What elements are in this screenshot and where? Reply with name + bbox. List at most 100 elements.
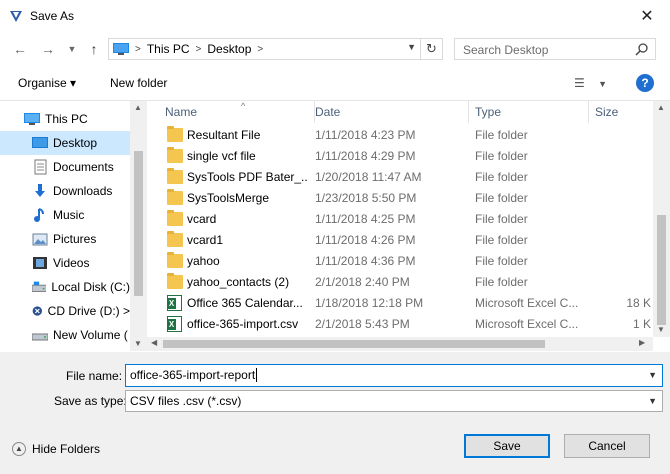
navigation-pane: This PC Desktop Documents Downloads Musi…	[0, 101, 130, 351]
file-row[interactable]: Office 365 Calendar... 1/18/2018 12:18 P…	[147, 293, 653, 314]
file-list: ^ Name Date Type Size Resultant File 1/1…	[147, 101, 653, 337]
folder-icon	[167, 189, 183, 205]
file-name: office-365-import.csv	[187, 317, 299, 331]
file-name: vcard1	[187, 233, 224, 247]
cancel-button[interactable]: Cancel	[564, 434, 650, 458]
scroll-up-icon[interactable]: ▲	[134, 103, 142, 112]
chevron-up-icon: ▲	[12, 442, 26, 456]
file-date: 1/23/2018 5:50 PM	[315, 191, 417, 205]
folder-icon	[167, 273, 183, 289]
file-row[interactable]: SysToolsMerge 1/23/2018 5:50 PM File fol…	[147, 188, 653, 209]
sidebar-item-pictures[interactable]: Pictures	[0, 227, 130, 251]
chevron-down-icon[interactable]: ▼	[648, 365, 657, 386]
file-row[interactable]: yahoo_contacts (2) 2/1/2018 2:40 PM File…	[147, 272, 653, 293]
save-button[interactable]: Save	[464, 434, 550, 458]
column-header-size[interactable]: Size	[589, 101, 653, 123]
window-title: Save As	[30, 9, 75, 23]
sidebar-item-desktop[interactable]: Desktop	[0, 131, 130, 155]
file-row[interactable]: yahoo 1/11/2018 4:36 PM File folder	[147, 251, 653, 272]
file-type: File folder	[475, 170, 528, 184]
sidebar-scroll-thumb[interactable]	[134, 151, 143, 296]
organise-button[interactable]: Organise ▾	[18, 76, 76, 90]
file-name: single vcf file	[187, 149, 256, 163]
file-row[interactable]: office-365-import.csv 2/1/2018 5:43 PM M…	[147, 314, 653, 335]
file-name-field[interactable]: office-365-import-report ▼	[125, 364, 663, 387]
sidebar-item-this-pc[interactable]: This PC	[0, 107, 130, 131]
column-header-name[interactable]: ^ Name	[159, 101, 315, 123]
chevron-down-icon: ▼	[598, 79, 608, 89]
sort-ascending-icon: ^	[241, 101, 246, 111]
scroll-down-icon[interactable]: ▼	[134, 339, 142, 348]
file-row[interactable]: vcard1 1/11/2018 4:26 PM File folder	[147, 230, 653, 251]
sidebar-item-new-volume[interactable]: New Volume (	[0, 323, 130, 347]
videos-icon	[33, 257, 47, 269]
search-icon	[635, 43, 648, 56]
volume-icon	[32, 333, 48, 341]
pictures-icon	[32, 233, 48, 246]
documents-icon	[34, 159, 47, 175]
file-type: File folder	[475, 128, 528, 142]
file-row[interactable]: SysTools PDF Bater_... 1/20/2018 11:47 A…	[147, 167, 653, 188]
file-type: File folder	[475, 149, 528, 163]
close-icon: ✕	[640, 8, 654, 25]
sidebar-item-downloads[interactable]: Downloads	[0, 179, 130, 203]
scroll-up-icon[interactable]: ▲	[657, 103, 665, 112]
close-button[interactable]: ✕	[624, 0, 670, 32]
downloads-icon	[35, 184, 45, 197]
sidebar-item-local-disk[interactable]: Local Disk (C:)	[0, 275, 130, 299]
folder-icon	[167, 147, 183, 163]
new-folder-button[interactable]: New folder	[110, 76, 167, 90]
file-row[interactable]: Resultant File 1/11/2018 4:23 PM File fo…	[147, 125, 653, 146]
command-toolbar: Organise ▾ New folder ☰ ▼ ?	[0, 66, 670, 100]
save-as-type-label: Save as type:	[54, 394, 127, 408]
sidebar-item-documents[interactable]: Documents	[0, 155, 130, 179]
file-name: SysToolsMerge	[187, 191, 270, 205]
breadcrumb-desktop[interactable]: Desktop	[207, 42, 251, 56]
file-date: 2/1/2018 5:43 PM	[315, 317, 410, 331]
sidebar-item-videos[interactable]: Videos	[0, 251, 130, 275]
sidebar-item-cd-drive[interactable]: CD Drive (D:) >	[0, 299, 130, 323]
file-row[interactable]: single vcf file 1/11/2018 4:29 PM File f…	[147, 146, 653, 167]
refresh-button[interactable]: ↻	[420, 39, 442, 59]
address-bar[interactable]: > This PC > Desktop > ▼ ↻	[108, 38, 443, 60]
file-name-value[interactable]: office-365-import-report	[130, 368, 255, 382]
file-type: File folder	[475, 233, 528, 247]
vertical-scroll-thumb[interactable]	[657, 215, 666, 325]
forward-button[interactable]: →	[38, 40, 58, 58]
this-pc-icon	[113, 43, 129, 55]
hide-folders-button[interactable]: ▲ Hide Folders	[12, 442, 100, 456]
pc-icon	[24, 113, 40, 125]
file-size: 1 K	[632, 317, 651, 331]
excel-file-icon	[167, 316, 182, 332]
scroll-right-icon[interactable]: ▶	[639, 338, 645, 347]
file-name: yahoo_contacts (2)	[187, 275, 290, 289]
sidebar-scrollbar[interactable]: ▲ ▼	[130, 101, 147, 351]
scroll-down-icon[interactable]: ▼	[657, 325, 665, 334]
scroll-left-icon[interactable]: ◀	[151, 338, 157, 347]
address-dropdown-icon[interactable]: ▼	[407, 42, 416, 52]
column-header-date[interactable]: Date	[309, 101, 469, 123]
view-options-button[interactable]: ☰ ▼	[574, 76, 607, 90]
file-list-vertical-scrollbar[interactable]: ▲ ▼	[653, 101, 670, 337]
sidebar-item-music[interactable]: Music	[0, 203, 130, 227]
folder-icon	[167, 168, 183, 184]
help-button[interactable]: ?	[636, 74, 654, 92]
save-form: File name: office-365-import-report ▼ Sa…	[0, 352, 670, 474]
file-name: Office 365 Calendar...	[187, 296, 303, 310]
refresh-icon: ↻	[426, 41, 437, 56]
file-type: File folder	[475, 191, 528, 205]
column-header-type[interactable]: Type	[469, 101, 589, 123]
search-box[interactable]: Search Desktop	[454, 38, 656, 60]
breadcrumb-this-pc[interactable]: This PC	[147, 42, 190, 56]
file-date: 1/20/2018 11:47 AM	[315, 170, 422, 184]
up-button[interactable]: ↑	[84, 40, 104, 58]
file-type: Microsoft Excel C...	[475, 317, 579, 331]
file-row[interactable]: vcard 1/11/2018 4:25 PM File folder	[147, 209, 653, 230]
back-button[interactable]: ←	[10, 40, 30, 58]
search-input[interactable]: Search Desktop	[463, 43, 548, 57]
horizontal-scroll-thumb[interactable]	[163, 340, 545, 348]
file-date: 1/18/2018 12:18 PM	[315, 296, 424, 310]
file-list-horizontal-scrollbar[interactable]: ◀ ▶	[147, 337, 653, 351]
save-as-type-select[interactable]: CSV files .csv (*.csv) ▼	[125, 390, 663, 412]
recent-locations-button[interactable]: ▼	[62, 40, 82, 58]
